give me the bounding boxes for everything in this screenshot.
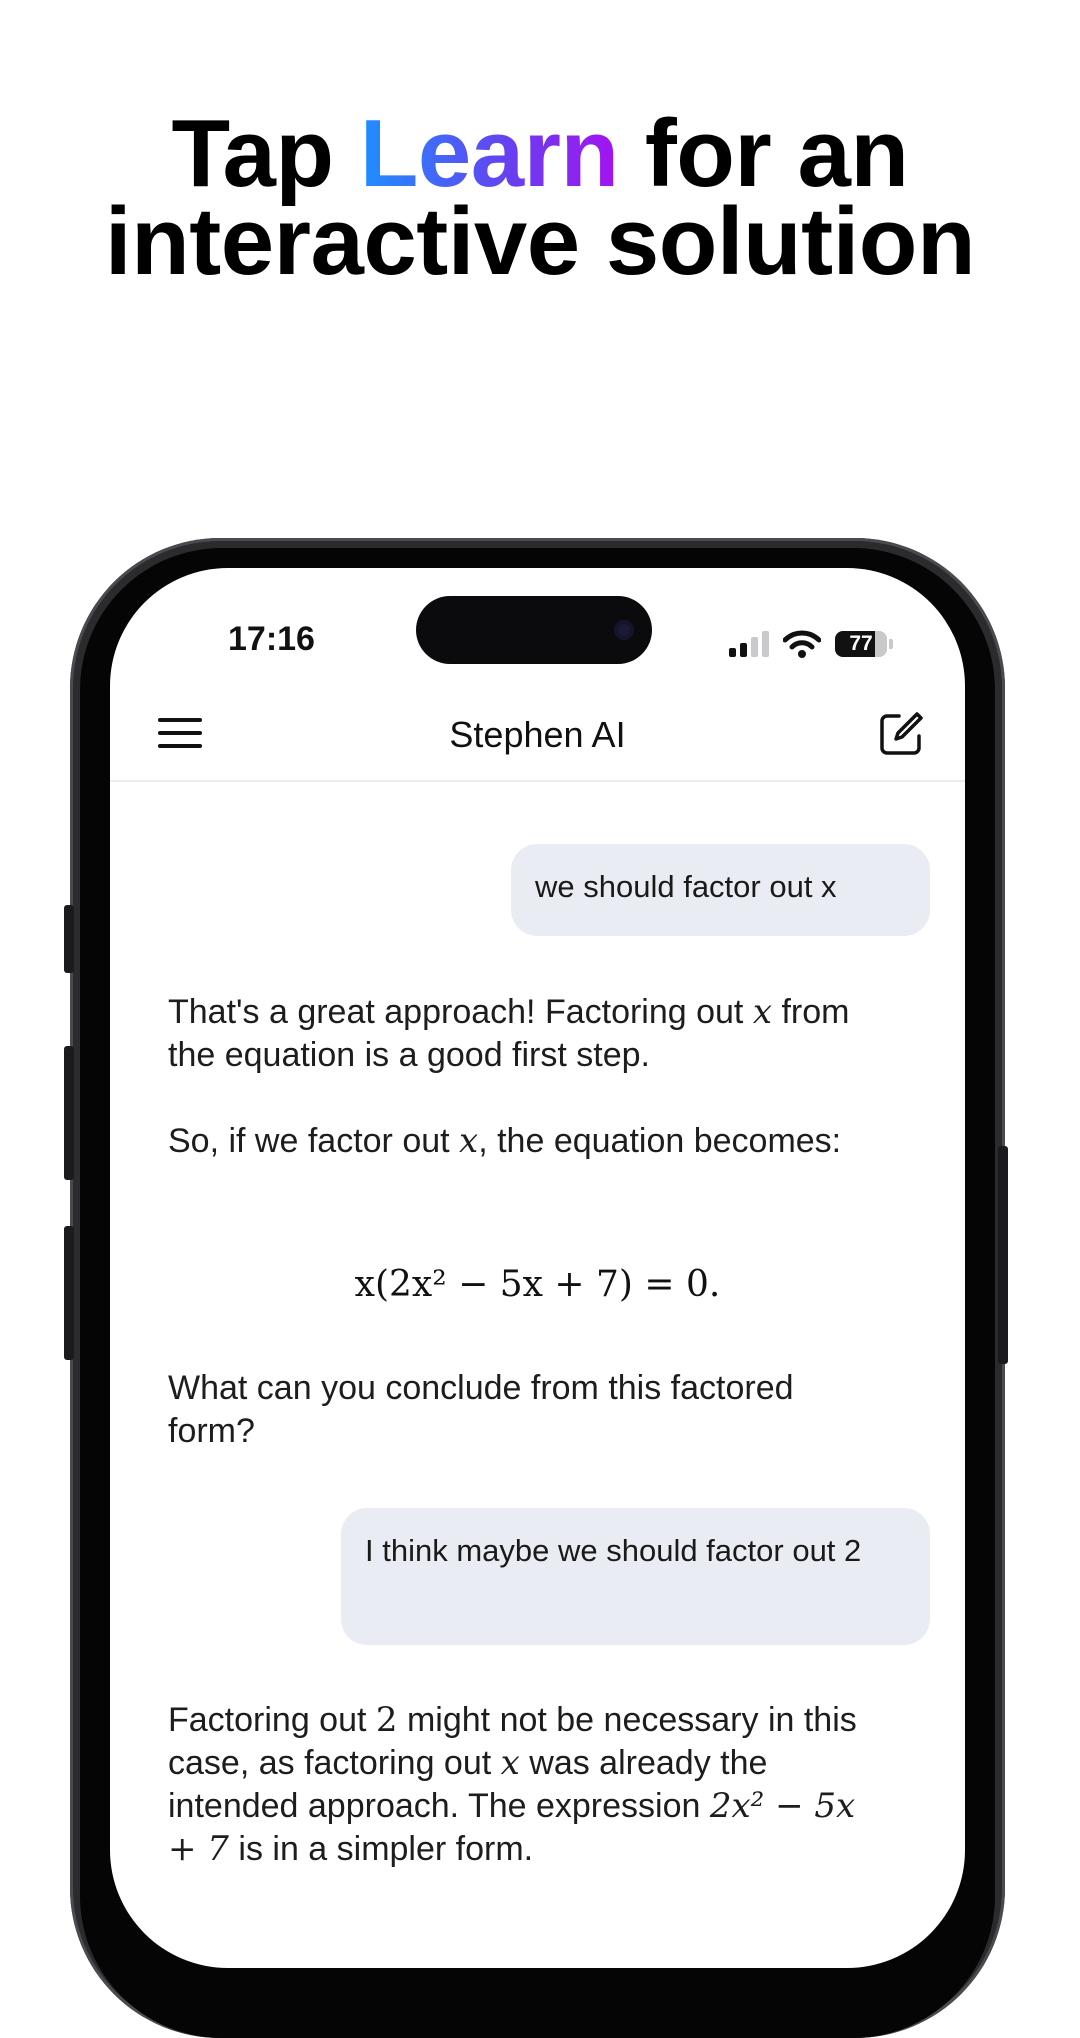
ai-message-paragraph: That's a great approach! Factoring out x… bbox=[168, 992, 850, 1074]
camera-icon bbox=[614, 620, 634, 640]
equation: x(2x² − 5x + 7) = 0. bbox=[354, 1264, 721, 1305]
phone-power-button bbox=[998, 1146, 1008, 1364]
app-bar: Stephen AI bbox=[110, 688, 965, 782]
phone-volume-down-button bbox=[64, 1226, 74, 1360]
headline-line-1: Tap Learn for an bbox=[0, 106, 1080, 202]
app-title: Stephen AI bbox=[449, 714, 626, 755]
wifi-icon bbox=[783, 630, 821, 658]
promo-headline: Tap Learn for an interactive solution bbox=[0, 106, 1080, 295]
new-chat-button[interactable] bbox=[877, 710, 925, 758]
ai-message-paragraph: Factoring out 2 might not be necessary i… bbox=[168, 1700, 857, 1869]
status-icons: 77 bbox=[729, 626, 893, 662]
battery-level: 77 bbox=[849, 632, 873, 655]
battery-tip bbox=[889, 639, 893, 649]
compose-icon bbox=[880, 712, 923, 755]
signal-icon bbox=[729, 631, 769, 657]
status-time: 17:16 bbox=[228, 620, 315, 658]
phone-volume-up-button bbox=[64, 1046, 74, 1180]
dynamic-island bbox=[416, 596, 652, 664]
headline-line-2: interactive solution bbox=[104, 188, 976, 295]
phone-action-button bbox=[64, 905, 74, 973]
user-message: we should factor out x bbox=[511, 844, 930, 936]
phone-screen: 17:16 77 Stephen AI we should factor out… bbox=[110, 568, 965, 1968]
ai-message-paragraph: What can you conclude from this factored… bbox=[168, 1369, 794, 1450]
battery-icon: 77 bbox=[835, 631, 887, 657]
user-message: I think maybe we should factor out 2 bbox=[341, 1508, 930, 1645]
ai-message-paragraph: So, if we factor out x, the equation bec… bbox=[168, 1121, 842, 1161]
